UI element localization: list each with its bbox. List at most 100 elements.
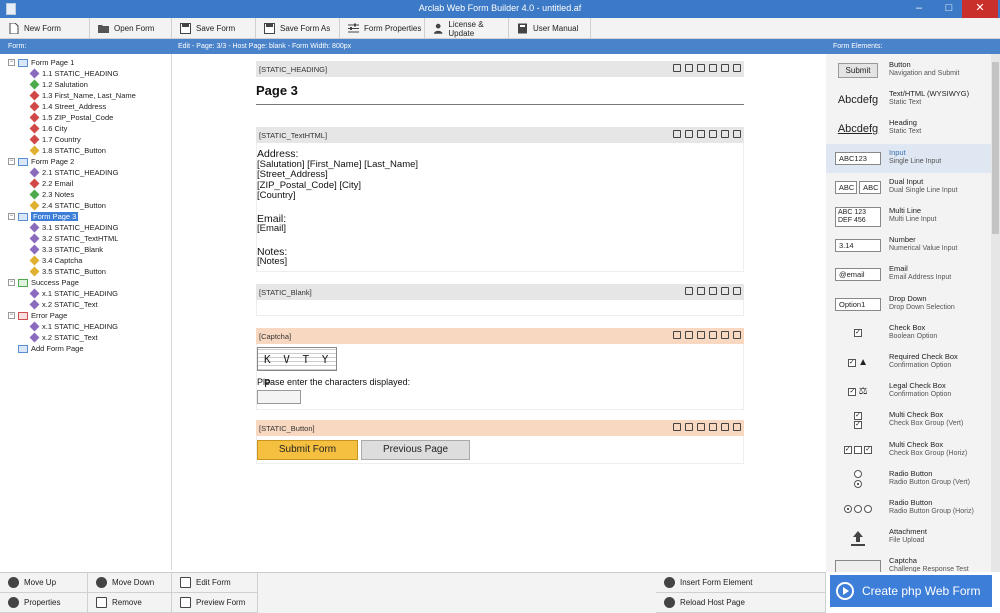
- monitor-icon[interactable]: [697, 130, 705, 138]
- copy-icon[interactable]: [709, 423, 717, 431]
- hide-icon[interactable]: [733, 287, 741, 295]
- minimize-button[interactable]: –: [904, 0, 934, 18]
- palette-item[interactable]: Radio Button Radio Button Group (Vert): [826, 465, 991, 494]
- wrap-icon[interactable]: [673, 64, 681, 72]
- tree-item[interactable]: x.1 STATIC_HEADING: [29, 288, 118, 299]
- collapse-icon[interactable]: −: [8, 213, 15, 220]
- palette-item[interactable]: ✓ ✓ Multi Check Box Check Box Group (Vert): [826, 406, 991, 435]
- copy-icon[interactable]: [709, 287, 717, 295]
- new-form-button[interactable]: New Form: [0, 18, 90, 39]
- tree-item[interactable]: x.1 STATIC_HEADING: [29, 321, 118, 332]
- close-button[interactable]: ✕: [962, 0, 998, 18]
- license-update-button[interactable]: License & Update: [425, 18, 509, 39]
- palette-item[interactable]: Submit Button Navigation and Submit: [826, 56, 991, 85]
- save-form-button[interactable]: Save Form: [172, 18, 256, 39]
- insert-element-button[interactable]: Insert Form Element: [656, 573, 826, 593]
- create-web-form-button[interactable]: Create php Web Form: [830, 575, 992, 607]
- tree-item[interactable]: 1.1 STATIC_HEADING: [29, 68, 118, 79]
- monitor-icon[interactable]: [697, 64, 705, 72]
- collapse-icon[interactable]: −: [8, 312, 15, 319]
- collapse-icon[interactable]: −: [8, 59, 15, 66]
- tree-item[interactable]: 1.4 Street_Address: [29, 101, 106, 112]
- tree-page-node[interactable]: − Error Page: [8, 310, 67, 321]
- palette-item[interactable]: Captcha Challenge Response Test: [826, 552, 991, 572]
- move-up-button[interactable]: Move Up: [0, 573, 88, 593]
- monitor-icon[interactable]: [697, 331, 705, 339]
- delete-icon[interactable]: [685, 423, 693, 431]
- previous-page-button[interactable]: Previous Page: [361, 440, 470, 460]
- scroll-thumb[interactable]: [992, 62, 999, 234]
- palette-scrollbar[interactable]: [991, 54, 1000, 572]
- delete-icon[interactable]: [685, 64, 693, 72]
- tree-item[interactable]: 1.7 Country: [29, 134, 81, 145]
- palette-item[interactable]: ✓ ✓ Multi Check Box Check Box Group (Horiz…: [826, 436, 991, 465]
- palette-item[interactable]: ABC ABC Dual Input Dual Single Line Input: [826, 173, 991, 202]
- list-icon[interactable]: [721, 331, 729, 339]
- button-block[interactable]: [STATIC_Button] Submit Form Previous Pag…: [256, 420, 744, 464]
- tree-page-node[interactable]: − Form Page 1: [8, 57, 74, 68]
- wrap-icon[interactable]: [673, 423, 681, 431]
- list-icon[interactable]: [721, 287, 729, 295]
- monitor-icon[interactable]: [697, 423, 705, 431]
- tree-item[interactable]: 3.1 STATIC_HEADING: [29, 222, 118, 233]
- tree-item[interactable]: x.2 STATIC_Text: [29, 299, 98, 310]
- open-form-button[interactable]: Open Form: [90, 18, 172, 39]
- delete-icon[interactable]: [685, 287, 693, 295]
- tree-item[interactable]: 1.2 Salutation: [29, 79, 88, 90]
- tree-item[interactable]: 2.1 STATIC_HEADING: [29, 167, 118, 178]
- copy-icon[interactable]: [709, 64, 717, 72]
- user-manual-button[interactable]: User Manual: [509, 18, 591, 39]
- tree-item[interactable]: 3.3 STATIC_Blank: [29, 244, 103, 255]
- palette-item[interactable]: ✓ Check Box Boolean Option: [826, 319, 991, 348]
- tree-item[interactable]: 1.3 First_Name, Last_Name: [29, 90, 136, 101]
- copy-icon[interactable]: [709, 331, 717, 339]
- palette-item[interactable]: Abcdefg Heading Static Text: [826, 114, 991, 143]
- palette-item[interactable]: ABC 123 DEF 456 Multi Line Multi Line Input: [826, 202, 991, 231]
- submit-form-button[interactable]: Submit Form: [257, 440, 358, 460]
- palette-item[interactable]: @email Email Email Address Input: [826, 260, 991, 289]
- list-icon[interactable]: [721, 130, 729, 138]
- remove-button[interactable]: Remove: [88, 593, 172, 613]
- reload-host-button[interactable]: Reload Host Page: [656, 593, 826, 613]
- hide-icon[interactable]: [733, 423, 741, 431]
- wrap-icon[interactable]: [673, 130, 681, 138]
- tree-page-node[interactable]: − Success Page: [8, 277, 79, 288]
- heading-block[interactable]: [STATIC_HEADING] Page 3: [256, 61, 744, 105]
- wrap-icon[interactable]: [673, 331, 681, 339]
- hide-icon[interactable]: [733, 331, 741, 339]
- properties-button[interactable]: Properties: [0, 593, 88, 613]
- add-form-page-item[interactable]: Add Form Page: [8, 343, 84, 354]
- tree-item[interactable]: 3.5 STATIC_Button: [29, 266, 106, 277]
- palette-item[interactable]: 3.14 Number Numerical Value Input: [826, 231, 991, 260]
- maximize-button[interactable]: □: [934, 0, 964, 18]
- captcha-input[interactable]: [257, 390, 301, 404]
- palette-item[interactable]: Radio Button Radio Button Group (Horiz): [826, 494, 991, 523]
- hide-icon[interactable]: [733, 64, 741, 72]
- tree-item[interactable]: 2.2 Email: [29, 178, 73, 189]
- tree-item[interactable]: 3.4 Captcha: [29, 255, 82, 266]
- form-properties-button[interactable]: Form Properties: [340, 18, 425, 39]
- list-icon[interactable]: [721, 64, 729, 72]
- move-down-button[interactable]: Move Down: [88, 573, 172, 593]
- tree-item[interactable]: 3.2 STATIC_TextHTML: [29, 233, 118, 244]
- palette-item[interactable]: ✓ ▲ Required Check Box Confirmation Option: [826, 348, 991, 377]
- tree-item[interactable]: 1.6 City: [29, 123, 67, 134]
- collapse-icon[interactable]: −: [8, 279, 15, 286]
- palette-item[interactable]: ✓ ⚖ Legal Check Box Confirmation Option: [826, 377, 991, 406]
- tree-item[interactable]: 2.4 STATIC_Button: [29, 200, 106, 211]
- list-icon[interactable]: [721, 423, 729, 431]
- tree-item[interactable]: 2.3 Notes: [29, 189, 74, 200]
- tree-item[interactable]: 1.5 ZIP_Postal_Code: [29, 112, 113, 123]
- blank-block[interactable]: [STATIC_Blank]: [256, 284, 744, 316]
- collapse-icon[interactable]: −: [8, 158, 15, 165]
- monitor-icon[interactable]: [697, 287, 705, 295]
- copy-icon[interactable]: [709, 130, 717, 138]
- palette-item[interactable]: Attachment File Upload: [826, 523, 991, 552]
- delete-icon[interactable]: [685, 331, 693, 339]
- tree-page-node[interactable]: − Form Page 3: [8, 211, 79, 222]
- palette-item[interactable]: Abcdefg Text/HTML (WYSIWYG) Static Text: [826, 85, 991, 114]
- palette-item[interactable]: ABC123 Input Single Line Input: [826, 143, 991, 173]
- tree-item[interactable]: x.2 STATIC_Text: [29, 332, 98, 343]
- tree-page-node[interactable]: − Form Page 2: [8, 156, 74, 167]
- save-form-as-button[interactable]: Save Form As: [256, 18, 340, 39]
